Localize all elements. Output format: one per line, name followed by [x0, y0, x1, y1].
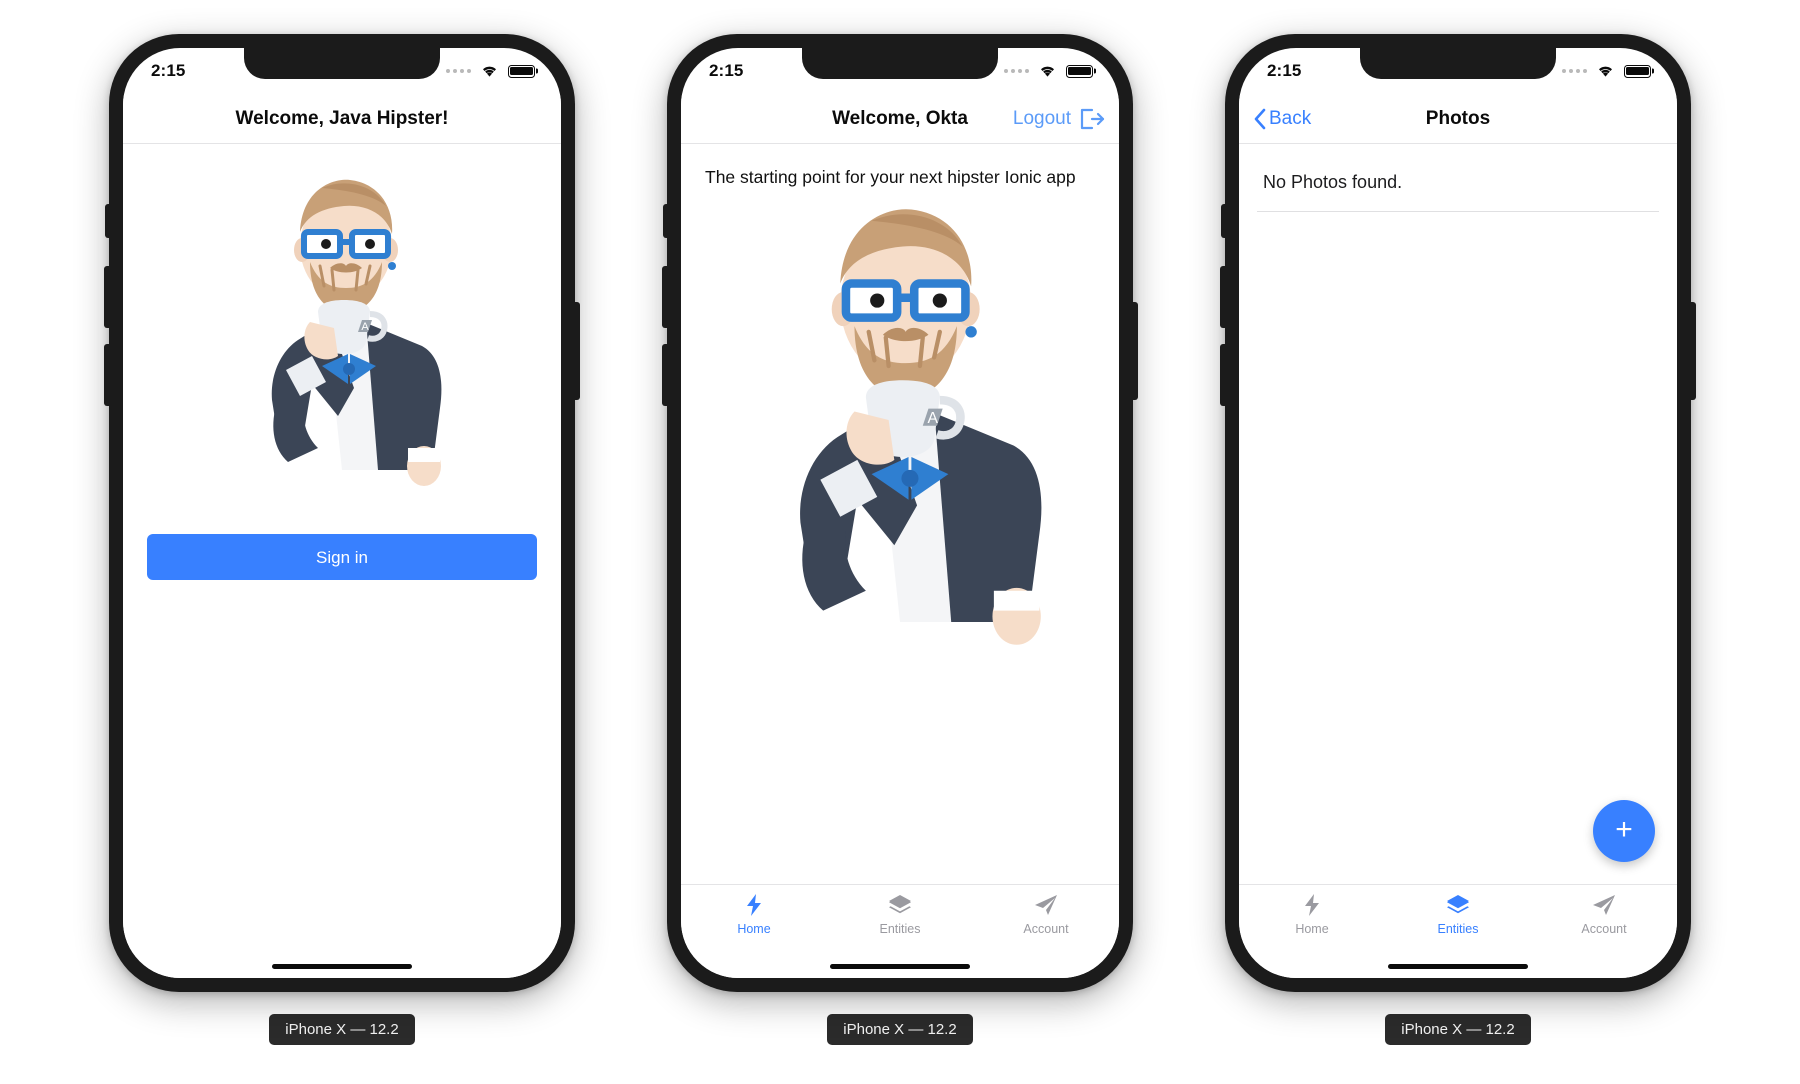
svg-text:A: A [928, 410, 939, 427]
screen-content: A Sign in [123, 144, 561, 956]
status-bar: 2:15 [681, 48, 1119, 94]
empty-state-message: No Photos found. [1257, 144, 1659, 212]
device-phone-login: 2:15 Welcome, Java Hipster! A Sign in iP… [104, 34, 580, 1045]
tab-account-label: Account [1023, 922, 1069, 936]
paper-plane-icon [1591, 893, 1617, 917]
wifi-icon [1599, 66, 1612, 77]
battery-icon [1066, 64, 1093, 78]
tab-home[interactable]: Home [1239, 893, 1385, 936]
status-indicators [446, 64, 535, 78]
device-label: iPhone X — 12.2 [827, 1014, 973, 1045]
power-button[interactable] [574, 302, 580, 400]
flash-icon [744, 893, 764, 917]
tab-entities[interactable]: Entities [827, 893, 973, 936]
tab-entities[interactable]: Entities [1385, 893, 1531, 936]
logout-icon [1080, 108, 1105, 129]
status-clock: 2:15 [1267, 61, 1302, 80]
home-indicator[interactable] [272, 964, 412, 969]
navigation-bar: Welcome, Okta Logout [681, 94, 1119, 144]
logout-button[interactable]: Logout [1013, 108, 1105, 130]
navigation-bar: Welcome, Java Hipster! [123, 94, 561, 144]
volume-up-button[interactable] [1220, 266, 1226, 328]
status-bar: 2:15 [1239, 48, 1677, 94]
add-photo-fab[interactable]: + [1593, 800, 1655, 862]
wifi-icon [483, 66, 496, 77]
mascot-illustration: A [123, 144, 561, 500]
signal-dots-icon [1004, 69, 1029, 73]
status-indicators [1004, 64, 1093, 78]
chevron-left-icon [1254, 108, 1266, 129]
tab-account[interactable]: Account [1531, 893, 1677, 936]
battery-icon [508, 64, 535, 78]
mascot-illustration: A [681, 189, 1119, 665]
lead-paragraph: The starting point for your next hipster… [705, 167, 1076, 187]
tab-bar: Home Entities Account [1239, 884, 1677, 956]
power-button[interactable] [1690, 302, 1696, 400]
power-button[interactable] [1132, 302, 1138, 400]
layers-icon [1445, 893, 1471, 917]
volume-down-button[interactable] [662, 344, 668, 406]
home-indicator[interactable] [1388, 964, 1528, 969]
simulator-stage: 2:15 Welcome, Java Hipster! A Sign in iP… [0, 0, 1800, 1084]
volume-up-button[interactable] [104, 266, 110, 328]
back-label: Back [1269, 107, 1312, 129]
device-phone-photos: 2:15 Back Photos No Photos found. + Home… [1220, 34, 1696, 1045]
plus-icon: + [1615, 812, 1633, 846]
navigation-bar: Back Photos [1239, 94, 1677, 144]
phone-screen: 2:15 Welcome, Okta Logout The starting p… [681, 48, 1119, 978]
status-clock: 2:15 [151, 61, 186, 80]
device-phone-home: 2:15 Welcome, Okta Logout The starting p… [662, 34, 1138, 1045]
tab-home[interactable]: Home [681, 893, 827, 936]
sign-in-button[interactable]: Sign in [147, 534, 537, 580]
tab-entities-label: Entities [879, 922, 921, 936]
tab-bar: Home Entities Account [681, 884, 1119, 956]
phone-screen: 2:15 Back Photos No Photos found. + Home… [1239, 48, 1677, 978]
tab-account-label: Account [1581, 922, 1627, 936]
device-label: iPhone X — 12.2 [1385, 1014, 1531, 1045]
signal-dots-icon [1562, 69, 1587, 73]
signal-dots-icon [446, 69, 471, 73]
battery-icon [1624, 64, 1651, 78]
flash-icon [1302, 893, 1322, 917]
logout-label: Logout [1012, 107, 1071, 129]
status-indicators [1562, 64, 1651, 78]
lead-paragraph-wrap: The starting point for your next hipster… [681, 144, 1119, 189]
layers-icon [887, 893, 913, 917]
device-label: iPhone X — 12.2 [269, 1014, 415, 1045]
device-frame: 2:15 Back Photos No Photos found. + Home… [1220, 34, 1696, 992]
paper-plane-icon [1033, 893, 1059, 917]
screen-content: The starting point for your next hipster… [681, 144, 1119, 884]
tab-entities-label: Entities [1437, 922, 1479, 936]
volume-down-button[interactable] [104, 344, 110, 406]
tab-account[interactable]: Account [973, 893, 1119, 936]
status-bar: 2:15 [123, 48, 561, 94]
screen-content: No Photos found. + [1239, 144, 1677, 884]
page-title: Welcome, Java Hipster! [235, 107, 449, 129]
svg-text:A: A [361, 321, 369, 333]
wifi-icon [1041, 66, 1054, 77]
tab-home-label: Home [737, 922, 771, 936]
volume-down-button[interactable] [1220, 344, 1226, 406]
device-frame: 2:15 Welcome, Java Hipster! A Sign in [104, 34, 580, 992]
phone-screen: 2:15 Welcome, Java Hipster! A Sign in [123, 48, 561, 978]
home-indicator[interactable] [830, 964, 970, 969]
volume-up-button[interactable] [662, 266, 668, 328]
status-clock: 2:15 [709, 61, 744, 80]
tab-home-label: Home [1295, 922, 1329, 936]
device-frame: 2:15 Welcome, Okta Logout The starting p… [662, 34, 1138, 992]
back-button[interactable]: Back [1253, 107, 1311, 131]
